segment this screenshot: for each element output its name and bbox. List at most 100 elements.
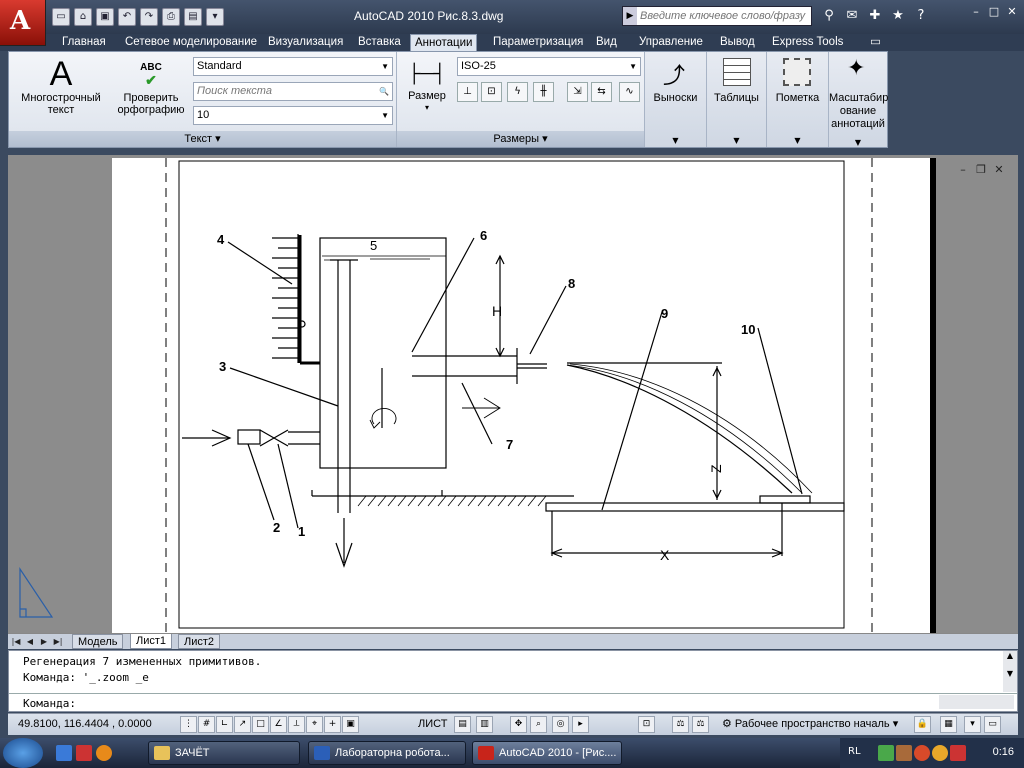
command-prompt[interactable]: Команда: xyxy=(23,697,76,710)
favorites-icon[interactable]: ★ xyxy=(889,7,907,25)
tab-render[interactable]: Визуализация xyxy=(264,34,347,51)
osnap-icon[interactable]: □ xyxy=(252,716,269,733)
dimension-inspect-icon[interactable]: ⊡ xyxy=(481,82,502,102)
spell-check-button[interactable]: ABC ✔ Проверить орфографию xyxy=(113,56,189,116)
tab-output[interactable]: Вывод xyxy=(716,34,759,51)
minimize-icon[interactable]: – xyxy=(968,5,984,19)
quicklaunch-app-icon[interactable] xyxy=(76,745,92,761)
open-icon[interactable]: ⌂ xyxy=(74,8,92,26)
tab-annotate[interactable]: Аннотации xyxy=(410,34,478,51)
tab-network[interactable]: Сетевое моделирование xyxy=(121,34,261,51)
status-menu-icon[interactable]: ▾ xyxy=(964,716,981,733)
hardware-acceleration-icon[interactable]: ▦ xyxy=(940,716,957,733)
binoculars-icon[interactable]: ⚲ xyxy=(820,7,838,25)
showmotion-icon[interactable]: ▸ xyxy=(572,716,589,733)
command-scrollbar[interactable]: ▲ ▼ xyxy=(1003,651,1017,692)
zoom-icon[interactable]: ⌕ xyxy=(530,716,547,733)
polar-icon[interactable]: ↗ xyxy=(234,716,251,733)
help-search[interactable]: ▶ xyxy=(622,6,812,26)
tab-model[interactable]: Модель xyxy=(72,634,124,649)
annotation-scale-icon[interactable]: ⚖ xyxy=(672,716,689,733)
first-tab-icon[interactable]: |◀ xyxy=(10,635,22,648)
tables-panel[interactable]: Таблицы ▼ xyxy=(707,52,767,147)
tray-network-icon[interactable] xyxy=(878,745,894,761)
maximize-viewport-icon[interactable]: ⊡ xyxy=(638,716,655,733)
workspace-switch[interactable]: ⚙ Рабочее пространство началь ▾ xyxy=(722,717,898,730)
grid-icon[interactable]: # xyxy=(198,716,215,733)
maximize-icon[interactable]: □ xyxy=(986,5,1002,19)
steering-wheel-icon[interactable]: ◎ xyxy=(552,716,569,733)
annotation-visibility-icon[interactable]: ⚖ xyxy=(692,716,709,733)
qat-dropdown-icon[interactable]: ▾ xyxy=(206,8,224,26)
pan-icon[interactable]: ✥ xyxy=(510,716,527,733)
close-icon[interactable]: ✕ xyxy=(1004,5,1020,19)
clock[interactable]: 0:16 xyxy=(993,746,1014,758)
find-text-input[interactable]: Поиск текста 🔍 xyxy=(193,82,393,101)
leaders-panel[interactable]: ⤴ Выноски ▼ xyxy=(645,52,707,147)
last-tab-icon[interactable]: ▶| xyxy=(52,635,64,648)
properties-icon[interactable]: ▤ xyxy=(184,8,202,26)
close-icon[interactable]: ✕ xyxy=(992,163,1006,177)
dimensions-panel-title[interactable]: Размеры ▾ xyxy=(397,131,644,147)
tab-layout1[interactable]: Лист1 xyxy=(130,634,173,649)
quick-view-layouts-icon[interactable]: ▤ xyxy=(454,716,471,733)
tab-view[interactable]: Вид xyxy=(592,34,621,51)
taskbar-item-autocad[interactable]: AutoCAD 2010 - [Рис.... xyxy=(472,741,622,765)
dimension-ordinate-icon[interactable]: ⊥ xyxy=(457,82,478,102)
tray-app-icon[interactable] xyxy=(896,745,912,761)
next-tab-icon[interactable]: ▶ xyxy=(38,635,50,648)
taskbar-item-word[interactable]: Лабораторна робота... xyxy=(308,741,466,765)
save-icon[interactable]: ▣ xyxy=(96,8,114,26)
quick-view-drawings-icon[interactable]: ▥ xyxy=(476,716,493,733)
help-search-input[interactable] xyxy=(637,10,807,22)
dyn-icon[interactable]: ⌖ xyxy=(306,716,323,733)
snap-icon[interactable]: ⋮ xyxy=(180,716,197,733)
coordinates-readout[interactable]: 49.8100, 116.4404 , 0.0000 xyxy=(18,718,152,730)
clean-screen-icon[interactable]: ▭ xyxy=(984,716,1001,733)
show-desktop-icon[interactable] xyxy=(56,745,72,761)
viewport-frame[interactable] xyxy=(178,160,845,629)
markup-panel[interactable]: Пометка ▼ xyxy=(767,52,829,147)
lock-icon[interactable]: 🔒 xyxy=(914,716,931,733)
browser-icon[interactable] xyxy=(96,745,112,761)
undo-icon[interactable]: ↶ xyxy=(118,8,136,26)
drawing-canvas[interactable]: 1 2 3 4 5 6 7 8 9 10 H Z X xyxy=(112,158,930,633)
text-height-select[interactable]: 10 ▼ xyxy=(193,106,393,125)
layout-paper[interactable]: 1 2 3 4 5 6 7 8 9 10 H Z X xyxy=(112,158,930,633)
tab-home[interactable]: Главная xyxy=(58,34,110,51)
tab-manage[interactable]: Управление xyxy=(635,34,707,51)
redo-icon[interactable]: ↷ xyxy=(140,8,158,26)
find-icon[interactable]: 🔍 xyxy=(379,83,389,100)
tray-alert-icon[interactable] xyxy=(950,745,966,761)
prev-tab-icon[interactable]: ◀ xyxy=(24,635,36,648)
ducs-icon[interactable]: ⟂ xyxy=(288,716,305,733)
dimension-continue-icon[interactable]: ╫ xyxy=(533,82,554,102)
command-window[interactable]: Регенерация 7 измененных примитивов. Ком… xyxy=(8,650,1018,712)
restore-icon[interactable]: ❐ xyxy=(974,163,988,177)
plot-icon[interactable]: ⎙ xyxy=(162,8,180,26)
dimension-button[interactable]: ├─┤ Размер ▾ xyxy=(401,56,453,114)
help-icon[interactable]: ? xyxy=(912,7,930,25)
command-horizontal-scrollbar[interactable] xyxy=(939,695,1014,709)
paper-space-toggle[interactable]: ЛИСТ xyxy=(418,718,447,730)
tray-antivirus-icon[interactable] xyxy=(914,745,930,761)
text-panel-title[interactable]: Текст ▾ xyxy=(9,131,396,147)
tab-layout2[interactable]: Лист2 xyxy=(178,634,221,649)
communication-icon[interactable]: ✉ xyxy=(843,7,861,25)
start-button[interactable] xyxy=(3,738,43,768)
expand-icon[interactable]: ▶ xyxy=(623,7,637,25)
dimension-space-icon[interactable]: ⇲ xyxy=(567,82,588,102)
minimize-icon[interactable]: – xyxy=(956,163,970,177)
tab-express-tools[interactable]: Express Tools xyxy=(768,34,847,51)
subscription-icon[interactable]: ✚ xyxy=(866,7,884,25)
dimension-break-icon[interactable]: ∿ xyxy=(619,82,640,102)
text-style-select[interactable]: Standard ▼ xyxy=(193,57,393,76)
new-icon[interactable]: ▭ xyxy=(52,8,70,26)
ribbon-minimize-icon[interactable]: ▭ xyxy=(866,34,885,51)
ortho-icon[interactable]: ∟ xyxy=(216,716,233,733)
lineweight-icon[interactable]: + xyxy=(324,716,341,733)
qp-icon[interactable]: ▣ xyxy=(342,716,359,733)
otrack-icon[interactable]: ∠ xyxy=(270,716,287,733)
application-menu-button[interactable]: A xyxy=(0,0,46,46)
mtext-button[interactable]: A Многострочный текст xyxy=(15,56,107,116)
